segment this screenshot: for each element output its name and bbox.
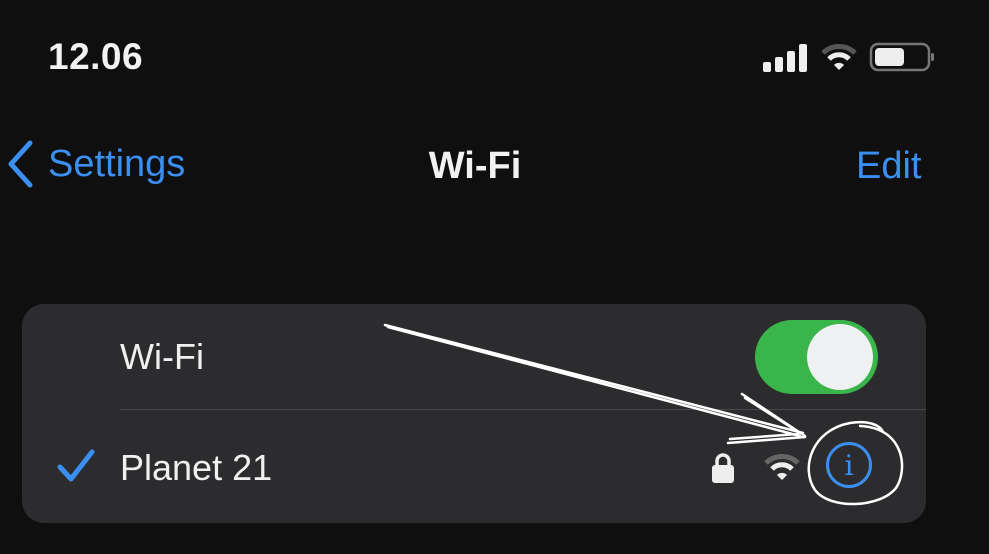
status-time: 12.06 — [48, 36, 144, 77]
page-title: Wi-Fi — [428, 145, 522, 187]
network-info-button[interactable]: i — [826, 442, 872, 488]
network-signal-icon — [763, 452, 801, 487]
cellular-signal-icon — [763, 42, 809, 77]
info-icon: i — [844, 448, 854, 482]
toggle-knob — [807, 324, 873, 390]
wifi-row-label: Wi-Fi — [120, 336, 204, 377]
wifi-toggle[interactable] — [755, 320, 878, 394]
lock-icon — [710, 452, 736, 489]
checkmark-icon — [56, 448, 96, 489]
row-divider — [120, 409, 926, 410]
edit-button[interactable]: Edit — [856, 145, 921, 188]
wifi-status-icon — [820, 42, 858, 77]
network-name[interactable]: Planet 21 — [120, 447, 272, 489]
battery-icon — [869, 42, 935, 77]
